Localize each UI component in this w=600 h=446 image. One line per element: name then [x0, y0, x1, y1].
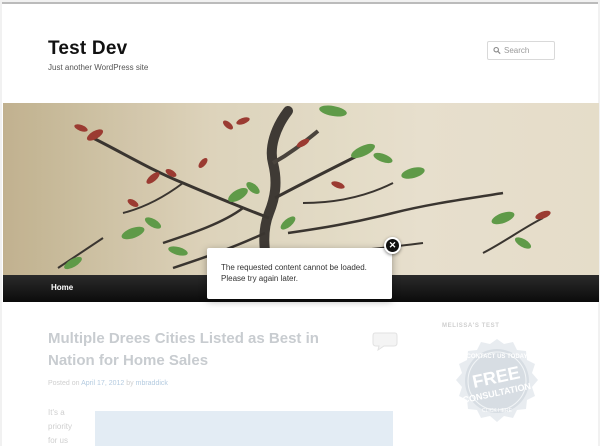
badge-bottom-text: CLICK HERE: [482, 408, 513, 414]
post-title[interactable]: Multiple Drees Cities Listed as Best in …: [48, 328, 348, 372]
close-icon[interactable]: ✕: [384, 237, 401, 254]
nav-item-home[interactable]: Home: [51, 283, 73, 292]
widget-title: MELISSA'S TEST: [442, 323, 500, 329]
post-date-link[interactable]: April 17, 2012: [81, 380, 124, 387]
page: Test Dev Just another WordPress site Sea…: [2, 2, 599, 446]
search-input[interactable]: [504, 46, 554, 55]
search-icon: [493, 46, 501, 55]
posted-prefix: Posted on: [48, 380, 80, 387]
main-content: Multiple Drees Cities Listed as Best in …: [2, 302, 598, 446]
post-meta: Posted on April 17, 2012 by mbraddick: [48, 380, 168, 387]
badge-top-text: CONTACT US TODAY: [467, 354, 528, 360]
site-description: Just another WordPress site: [48, 63, 149, 72]
post-excerpt: It's a priority for us: [48, 408, 73, 445]
comment-bubble-icon[interactable]: [372, 331, 398, 351]
search-box[interactable]: [487, 41, 555, 60]
author-link[interactable]: mbraddick: [136, 380, 168, 387]
error-message: The requested content cannot be loaded. …: [221, 263, 367, 283]
post-image: [95, 411, 393, 446]
by-label: by: [126, 380, 134, 387]
site-title[interactable]: Test Dev: [48, 38, 127, 60]
error-dialog: The requested content cannot be loaded. …: [207, 248, 392, 299]
free-consultation-badge[interactable]: CONTACT US TODAY FREE CONSULTATION CLICK…: [444, 336, 550, 436]
